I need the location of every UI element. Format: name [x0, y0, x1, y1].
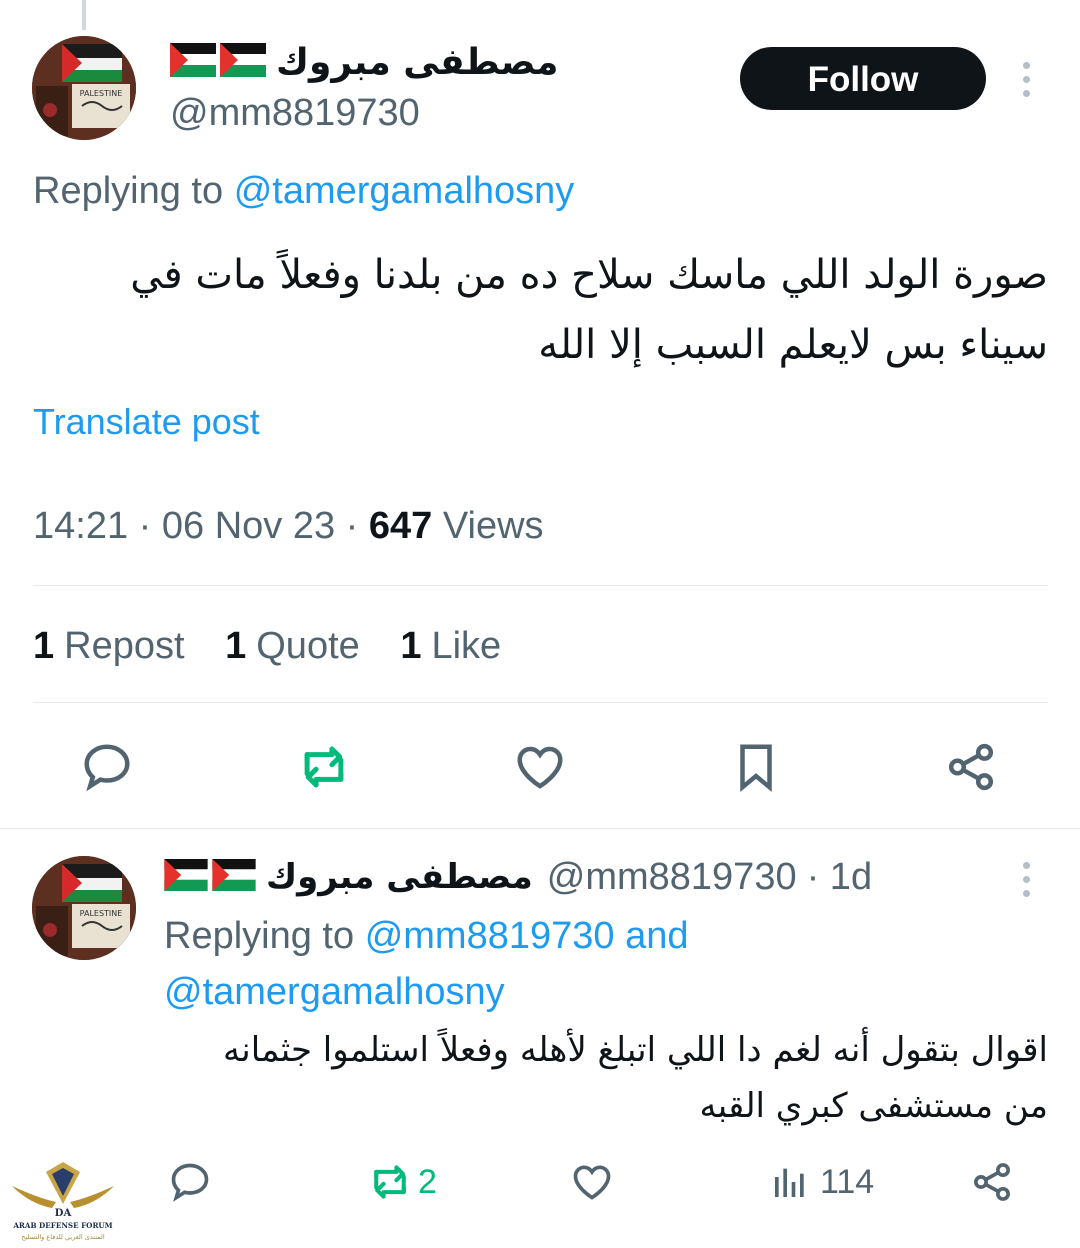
tweet-text-line: سيناء بس لايعلم السبب إلا الله	[538, 322, 1048, 368]
more-icon[interactable]	[1022, 62, 1030, 104]
svg-text:PALESTINE: PALESTINE	[80, 89, 123, 98]
like-icon[interactable]	[570, 1160, 614, 1204]
retweet-icon[interactable]	[296, 740, 352, 794]
divider	[0, 828, 1080, 829]
divider	[33, 585, 1048, 586]
reposts-count: 1	[33, 625, 55, 667]
svg-text:PALESTINE: PALESTINE	[80, 909, 123, 918]
quotes-count: 1	[225, 625, 247, 667]
reply-to-link[interactable]: @tamergamalhosny	[164, 971, 505, 1013]
thread-connector-line	[82, 0, 86, 30]
svg-text:المنتدى العربي للدفاع والتسليح: المنتدى العربي للدفاع والتسليح	[21, 1233, 105, 1241]
author-row: مصطفى مبروك	[170, 38, 558, 86]
reply-text-line: اقوال بتقول أنه لغم دا اللي اتبلغ لأهله …	[223, 1030, 1048, 1070]
divider	[33, 702, 1048, 703]
avatar[interactable]: PALESTINE	[32, 36, 136, 140]
display-name[interactable]: مصطفى مبروك	[276, 42, 558, 83]
likes-label: Like	[431, 625, 502, 667]
reply-author-row: مصطفى مبروك @mm8819730 · 1d	[164, 852, 872, 902]
user-handle[interactable]: @mm8819730	[547, 856, 797, 899]
tweet-meta: 14:21 · 06 Nov 23 · 647 Views	[33, 505, 544, 547]
translate-post-link[interactable]: Translate post	[33, 401, 260, 443]
avatar-image: PALESTINE	[32, 36, 136, 140]
reply-to-link[interactable]: @mm8819730	[365, 915, 615, 957]
tweet-date[interactable]: 06 Nov 23	[162, 505, 335, 547]
reply-icon[interactable]	[168, 1160, 212, 1204]
views-count: 114	[820, 1162, 875, 1201]
tweet-text: صورة الولد اللي ماسك سلاح ده من بلدنا وف…	[60, 240, 1048, 380]
retweet-icon	[366, 1160, 414, 1204]
reply-icon[interactable]	[80, 740, 134, 794]
bookmark-icon[interactable]	[728, 740, 784, 794]
engagement-stats: 1 Repost 1 Quote 1 Like	[33, 625, 501, 668]
display-name[interactable]: مصطفى مبروك	[266, 857, 533, 897]
user-handle[interactable]: @mm8819730	[170, 92, 420, 135]
likes-stat[interactable]: 1 Like	[400, 625, 501, 667]
palestine-flag-icon	[164, 859, 208, 895]
like-icon[interactable]	[512, 740, 568, 794]
tweet-age[interactable]: · 1d	[807, 856, 872, 899]
follow-button[interactable]: Follow	[740, 47, 986, 110]
replying-to: Replying to @tamergamalhosny	[33, 170, 574, 213]
share-icon[interactable]	[970, 1160, 1014, 1204]
tweet-text-line: صورة الولد اللي ماسك سلاح ده من بلدنا وف…	[130, 252, 1048, 298]
palestine-flag-icon	[170, 43, 216, 81]
quotes-label: Quote	[256, 625, 360, 667]
reposts-label: Repost	[64, 625, 185, 667]
views-label: Views	[442, 505, 544, 547]
retweet-action[interactable]: 2	[366, 1160, 437, 1204]
replying-to-label: Replying to	[164, 915, 355, 957]
likes-count: 1	[400, 625, 422, 667]
replying-to: Replying to @mm8819730 and @tamergamalho…	[164, 908, 688, 1020]
reply-to-and: and	[625, 915, 689, 957]
retweet-count: 2	[418, 1162, 437, 1201]
views-icon	[770, 1160, 810, 1204]
avatar[interactable]: PALESTINE	[32, 856, 136, 960]
palestine-flag-icon	[212, 859, 256, 895]
tweet-time[interactable]: 14:21	[33, 505, 128, 547]
share-icon[interactable]	[944, 740, 998, 794]
palestine-flag-icon	[220, 43, 266, 81]
views-action[interactable]: 114	[770, 1160, 874, 1204]
more-icon[interactable]	[1022, 862, 1030, 904]
reply-text-line: من مستشفى كبري القبه	[699, 1086, 1049, 1126]
svg-text:DA: DA	[55, 1208, 72, 1219]
watermark-logo: DA ARAB DEFENSE FORUM المنتدى العربي للد…	[8, 1158, 118, 1244]
replying-to-label: Replying to	[33, 170, 224, 212]
reply-text: اقوال بتقول أنه لغم دا اللي اتبلغ لأهله …	[150, 1022, 1048, 1134]
svg-text:ARAB DEFENSE FORUM: ARAB DEFENSE FORUM	[12, 1221, 112, 1230]
reply-to-link[interactable]: @tamergamalhosny	[234, 170, 575, 212]
quotes-stat[interactable]: 1 Quote	[225, 625, 360, 667]
reposts-stat[interactable]: 1 Repost	[33, 625, 185, 667]
views-count: 647	[368, 505, 433, 547]
avatar-image: PALESTINE	[32, 856, 136, 960]
